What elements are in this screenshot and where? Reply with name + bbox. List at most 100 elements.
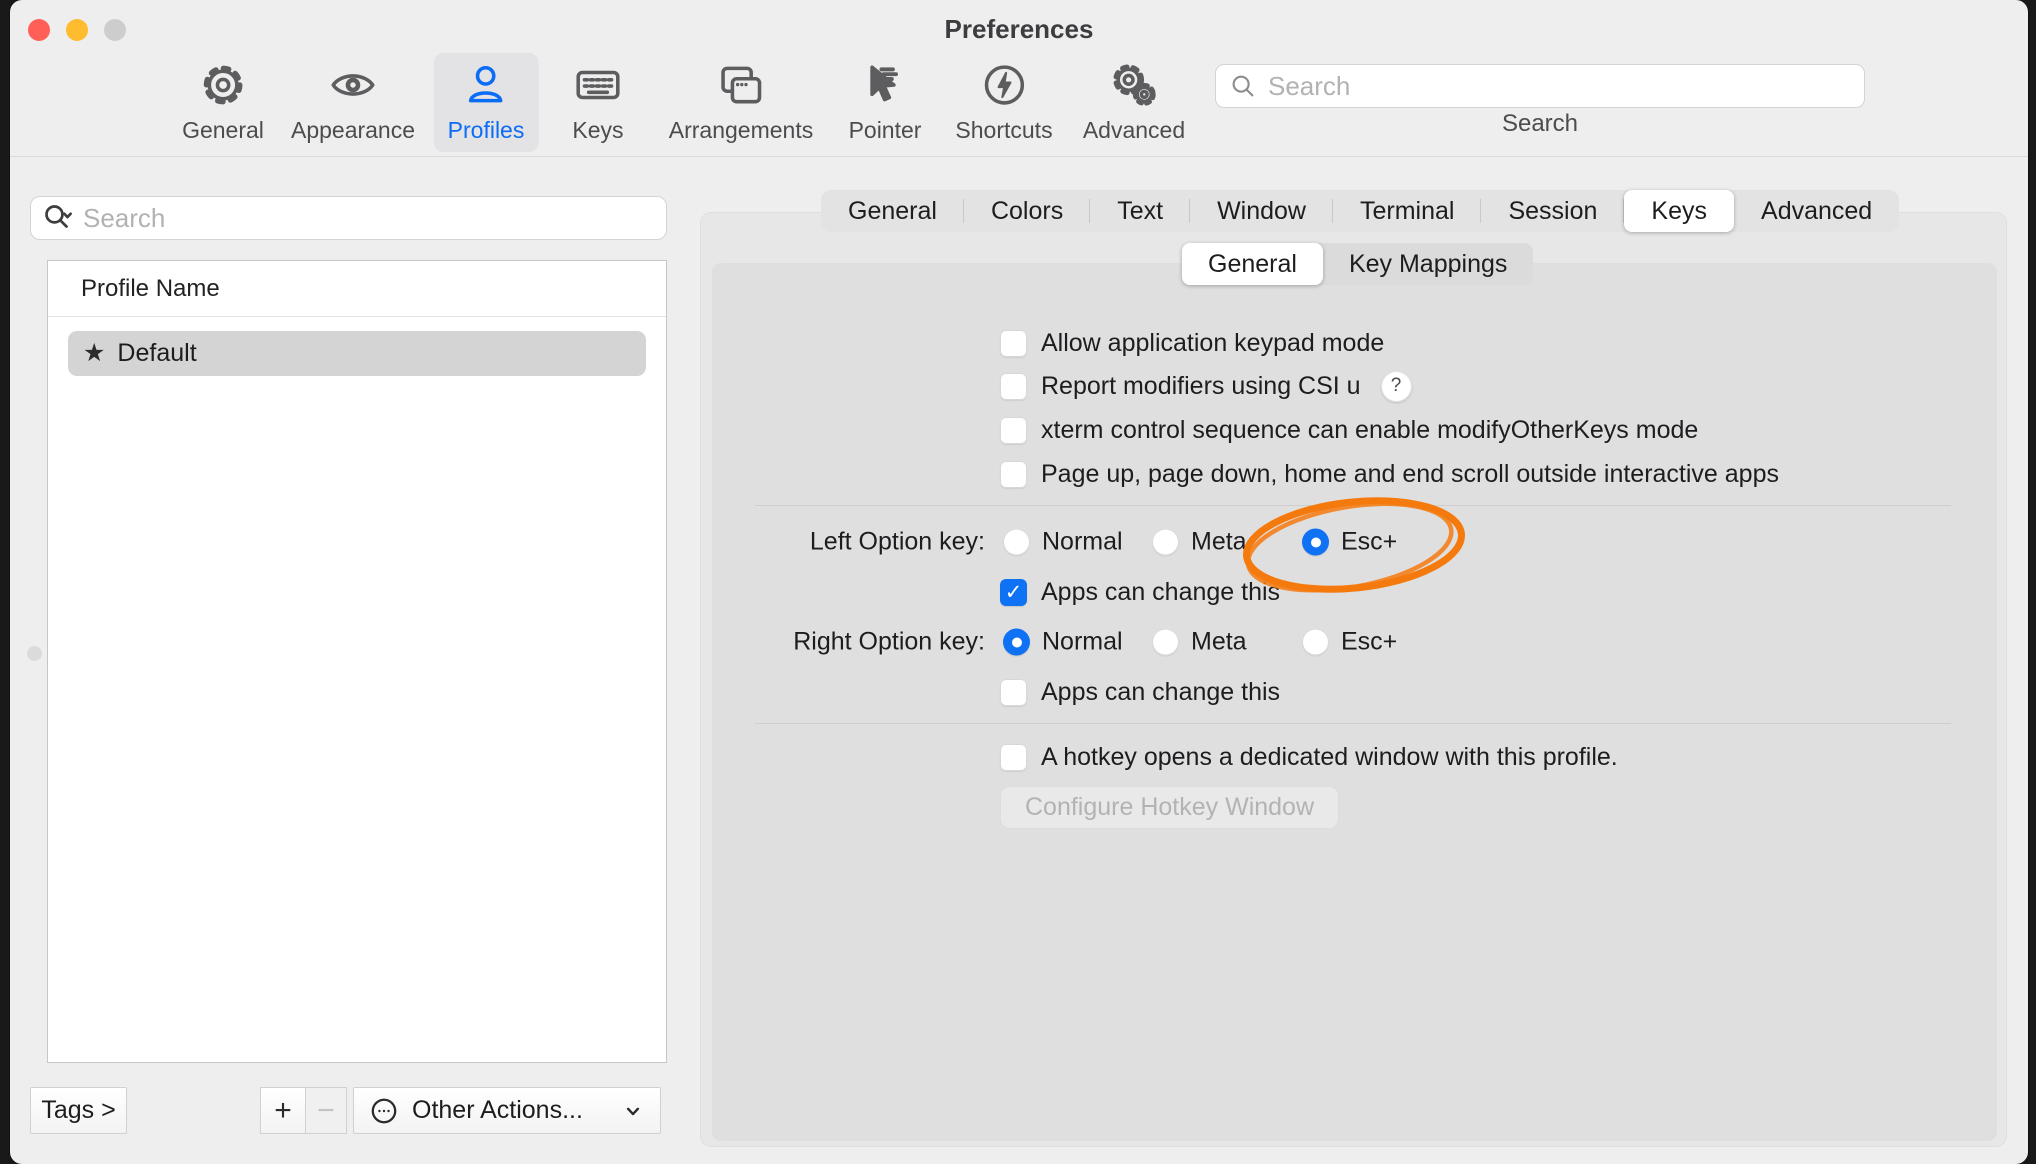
tab-general[interactable]: General: [821, 190, 964, 232]
remove-profile-button[interactable]: −: [306, 1087, 347, 1134]
hotkey-checkbox[interactable]: [1000, 744, 1027, 771]
cursor-icon: [859, 59, 911, 111]
tags-button[interactable]: Tags >: [30, 1087, 127, 1134]
checkbox-row-modify-other-keys: xterm control sequence can enable modify…: [1000, 412, 1698, 448]
toolbar-item-label: Advanced: [1083, 117, 1185, 144]
other-actions-label: Other Actions...: [412, 1096, 608, 1125]
tab-text[interactable]: Text: [1090, 190, 1190, 232]
left-apps-change-checkbox[interactable]: [1000, 579, 1027, 606]
person-icon: [460, 59, 512, 111]
checkbox-label: Apps can change this: [1041, 578, 1280, 607]
left-option-esc[interactable]: Esc+: [1302, 528, 1397, 557]
subtab-general[interactable]: General: [1182, 243, 1323, 285]
star-icon: ★: [83, 341, 105, 366]
toolbar-item-advanced[interactable]: Advanced: [1069, 53, 1199, 152]
profile-section-tabs: General Colors Text Window Terminal Sess…: [821, 190, 1899, 232]
gears-icon: [1108, 59, 1160, 111]
add-profile-button[interactable]: +: [260, 1087, 306, 1134]
right-apps-change-checkbox[interactable]: [1000, 679, 1027, 706]
csi-u-checkbox[interactable]: [1000, 373, 1027, 400]
help-button[interactable]: ?: [1381, 371, 1412, 402]
toolbar-search-input[interactable]: [1268, 71, 1852, 102]
chevron-down-icon: [620, 1098, 646, 1124]
divider-handle-dot: [27, 646, 42, 661]
radio-esc-selected[interactable]: [1302, 529, 1329, 556]
checkbox-label: Page up, page down, home and end scroll …: [1041, 460, 1779, 489]
gear-icon: [197, 59, 249, 111]
tab-terminal[interactable]: Terminal: [1333, 190, 1481, 232]
tab-session[interactable]: Session: [1481, 190, 1624, 232]
toolbar-item-label: Appearance: [291, 117, 415, 144]
add-remove-profile-group: + −: [260, 1087, 347, 1134]
toolbar-item-label: Pointer: [849, 117, 922, 144]
profile-list-header: Profile Name: [48, 261, 666, 317]
left-option-normal[interactable]: Normal: [1003, 528, 1123, 557]
checkbox-label: Report modifiers using CSI u: [1041, 372, 1361, 401]
section-divider: [755, 505, 1951, 506]
checkbox-row-page-scroll: Page up, page down, home and end scroll …: [1000, 456, 1779, 492]
toolbar-item-label: Shortcuts: [955, 117, 1052, 144]
minus-icon: −: [317, 1094, 335, 1128]
tab-window[interactable]: Window: [1190, 190, 1333, 232]
toolbar-item-arrangements[interactable]: Arrangements: [655, 53, 827, 152]
radio-normal[interactable]: [1003, 529, 1030, 556]
tab-keys[interactable]: Keys: [1624, 190, 1734, 232]
keyboard-icon: [572, 59, 624, 111]
right-apps-change-row: Apps can change this: [1000, 674, 1280, 710]
left-option-meta[interactable]: Meta: [1152, 528, 1247, 557]
tab-colors[interactable]: Colors: [964, 190, 1090, 232]
tab-advanced[interactable]: Advanced: [1734, 190, 1899, 232]
toolbar-item-label: Profiles: [448, 117, 525, 144]
left-apps-change-row: Apps can change this: [1000, 574, 1280, 610]
windows-stack-icon: [715, 59, 767, 111]
toolbar-item-general[interactable]: General: [168, 53, 278, 152]
page-scroll-checkbox[interactable]: [1000, 461, 1027, 488]
radio-meta[interactable]: [1152, 629, 1179, 656]
toolbar-item-keys[interactable]: Keys: [558, 53, 638, 152]
toolbar-item-label: General: [182, 117, 264, 144]
checkbox-label: Allow application keypad mode: [1041, 329, 1384, 358]
keypad-mode-checkbox[interactable]: [1000, 330, 1027, 357]
modify-other-keys-checkbox[interactable]: [1000, 417, 1027, 444]
checkbox-row-keypad-mode: Allow application keypad mode: [1000, 325, 1384, 361]
toolbar-item-label: Arrangements: [669, 117, 813, 144]
subtab-key-mappings[interactable]: Key Mappings: [1323, 243, 1533, 285]
other-actions-dropdown[interactable]: Other Actions...: [353, 1087, 661, 1134]
checkbox-label: xterm control sequence can enable modify…: [1041, 416, 1698, 445]
configure-hotkey-window-button[interactable]: Configure Hotkey Window: [1000, 786, 1339, 829]
profile-search-input[interactable]: [83, 203, 656, 234]
toolbar-item-profiles[interactable]: Profiles: [434, 53, 539, 152]
checkbox-row-csi-u: Report modifiers using CSI u ?: [1000, 368, 1412, 404]
checkbox-label: A hotkey opens a dedicated window with t…: [1041, 743, 1618, 772]
ellipsis-circle-icon: [368, 1095, 400, 1127]
keys-subtabs: General Key Mappings: [1182, 243, 1533, 285]
right-option-normal[interactable]: Normal: [1003, 628, 1123, 657]
right-option-key-label: Right Option key:: [712, 628, 985, 657]
plus-icon: +: [274, 1094, 292, 1128]
profile-name: Default: [117, 339, 196, 368]
right-option-meta[interactable]: Meta: [1152, 628, 1247, 657]
tags-button-label: Tags >: [41, 1096, 115, 1125]
radio-esc[interactable]: [1302, 629, 1329, 656]
search-menu-icon: [41, 201, 75, 235]
radio-meta[interactable]: [1152, 529, 1179, 556]
preferences-window: Preferences General Appea: [10, 0, 2028, 1164]
toolbar-item-label: Keys: [572, 117, 623, 144]
keys-general-content: Allow application keypad mode Report mod…: [712, 263, 1997, 1141]
screenshot-root: Preferences General Appea: [0, 0, 2036, 1164]
bolt-circle-icon: [978, 59, 1030, 111]
left-option-key-label: Left Option key:: [712, 528, 985, 557]
profile-list-item-default[interactable]: ★ Default: [68, 331, 646, 376]
profile-list: Profile Name ★ Default: [47, 260, 667, 1063]
toolbar-item-appearance[interactable]: Appearance: [277, 53, 429, 152]
radio-normal-selected[interactable]: [1003, 629, 1030, 656]
toolbar-item-shortcuts[interactable]: Shortcuts: [941, 53, 1066, 152]
section-divider: [755, 723, 1951, 724]
toolbar-item-pointer[interactable]: Pointer: [835, 53, 936, 152]
toolbar-search-caption: Search: [1215, 110, 1865, 138]
eye-icon: [327, 59, 379, 111]
profile-search-field[interactable]: [30, 196, 667, 240]
toolbar-search-field[interactable]: [1215, 64, 1865, 108]
checkbox-label: Apps can change this: [1041, 678, 1280, 707]
right-option-esc[interactable]: Esc+: [1302, 628, 1397, 657]
